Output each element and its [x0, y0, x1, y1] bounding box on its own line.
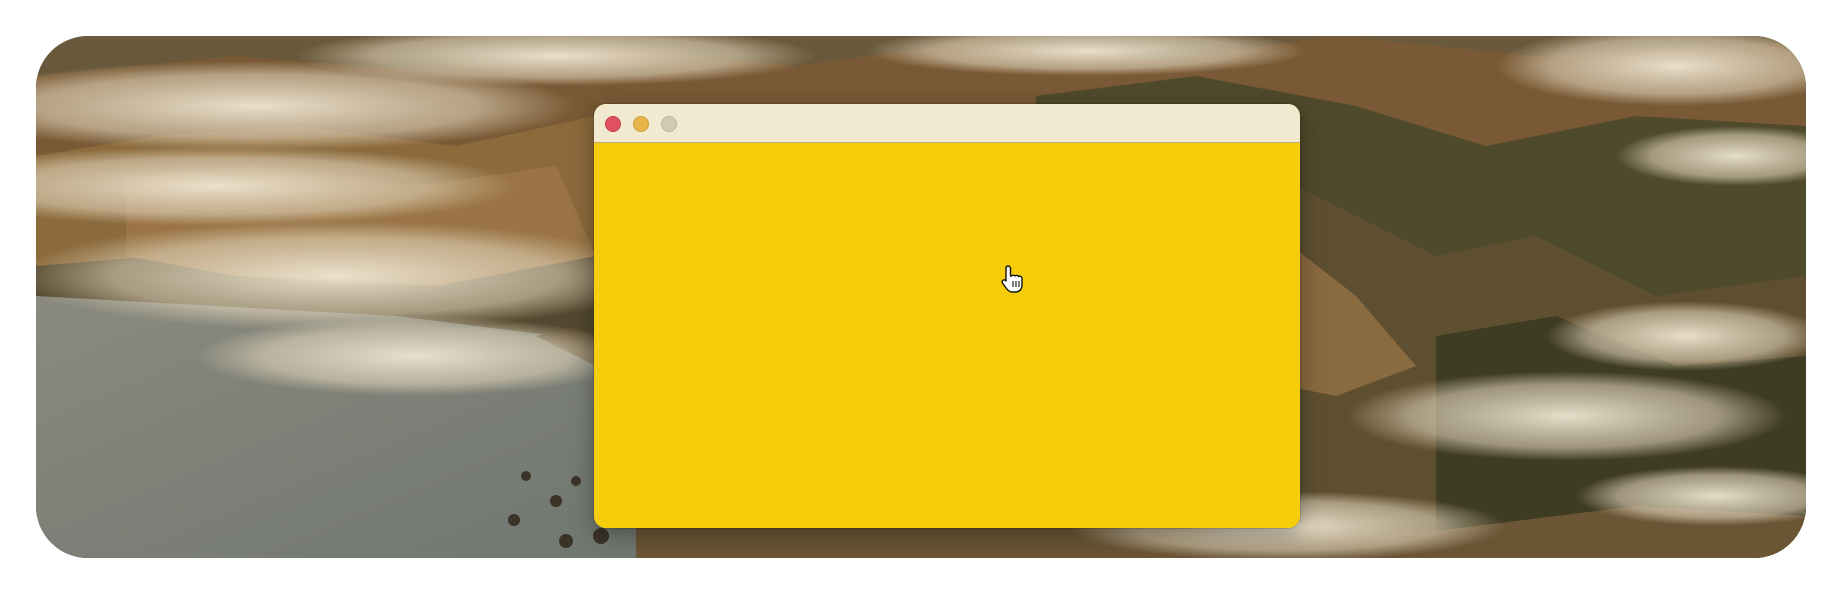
app-window[interactable] [594, 104, 1300, 528]
screen [0, 0, 1842, 594]
window-titlebar[interactable] [594, 104, 1300, 143]
pointing-hand-cursor-icon [1001, 265, 1023, 293]
close-icon[interactable] [605, 116, 621, 132]
minimize-icon[interactable] [633, 116, 649, 132]
window-content[interactable] [594, 143, 1300, 528]
maximize-icon[interactable] [661, 116, 677, 132]
